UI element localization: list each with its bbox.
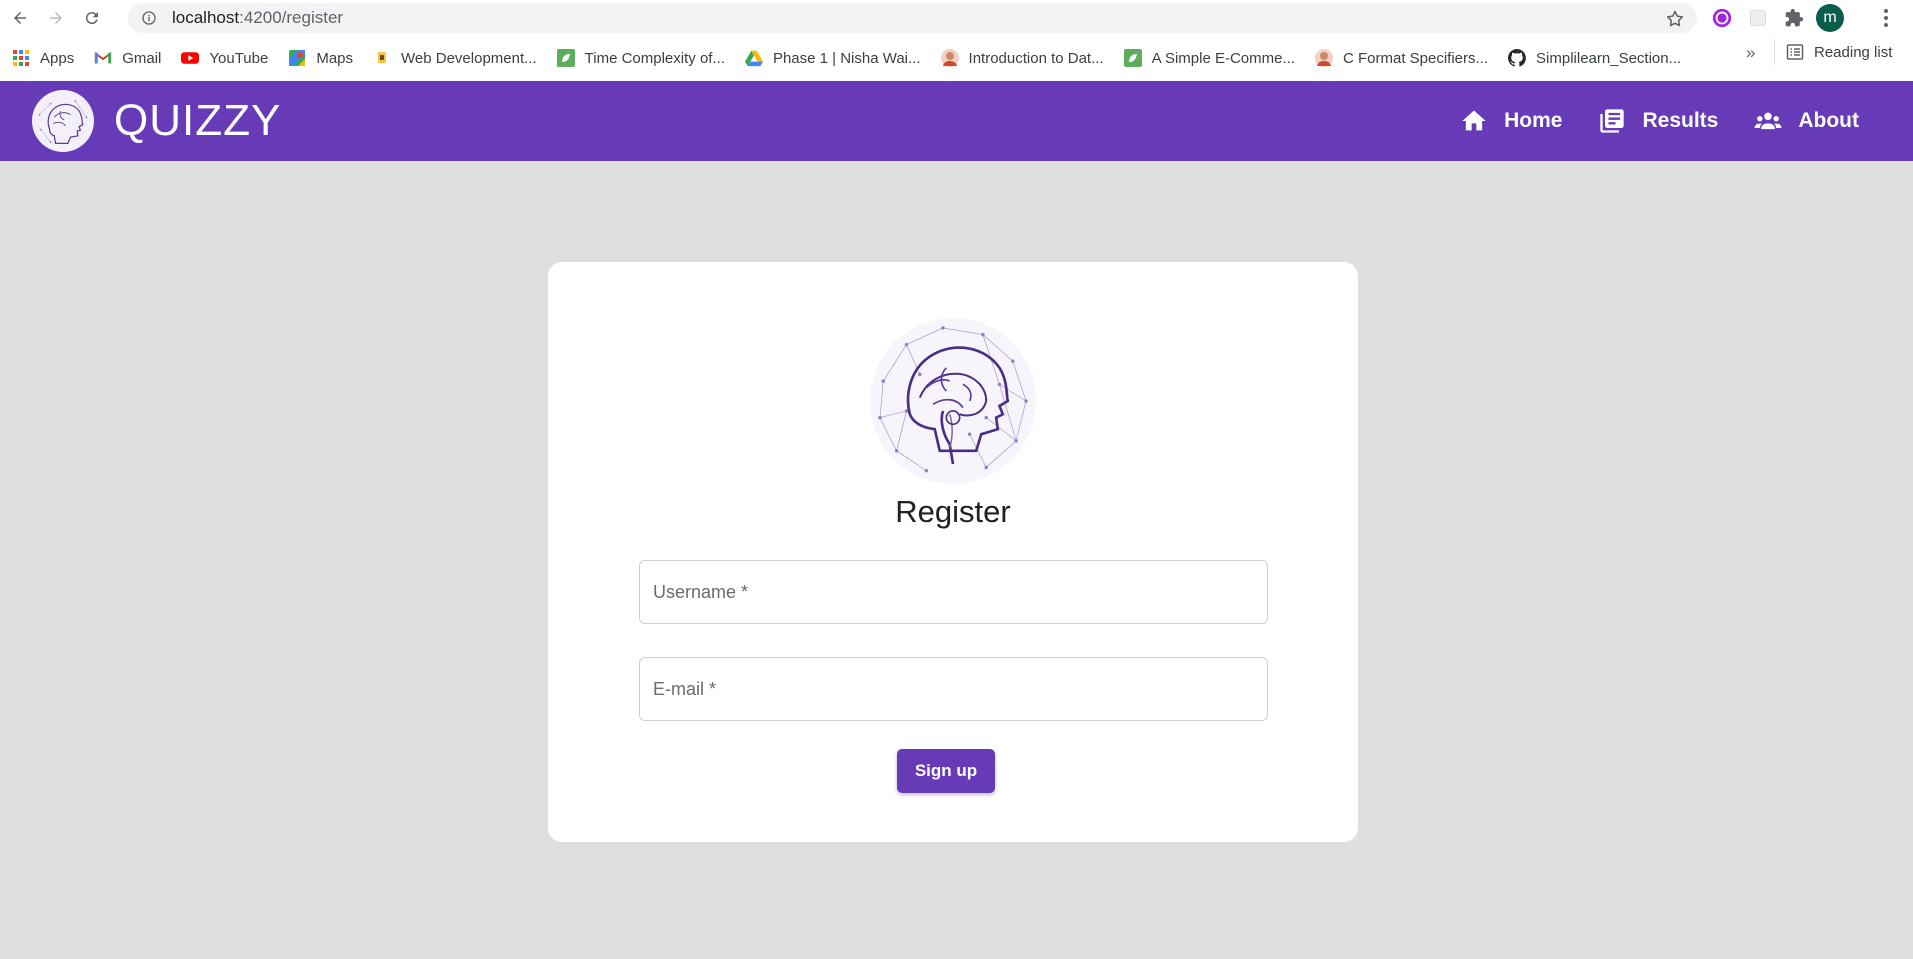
nav-home[interactable]: Home [1442,81,1580,161]
app-nav: Home Results About [1442,81,1877,161]
app-logo[interactable] [32,90,94,152]
reading-list-label: Reading list [1814,43,1893,61]
apps-grid-icon [12,49,30,67]
bookmark-gmail[interactable]: Gmail [94,43,169,73]
bookmark-site-icon [373,49,391,67]
bookmark-phase-1[interactable]: Phase 1 | Nisha Wai... [744,43,929,73]
brain-logo-icon [871,319,1035,483]
extension-button[interactable] [1742,2,1774,33]
url-text: localhost:4200/register [172,8,343,28]
bookmark-label: Introduction to Dat... [968,49,1104,67]
profile-avatar: m [1816,3,1844,32]
puzzle-icon [1785,8,1804,26]
site-info-icon[interactable] [140,9,158,27]
github-icon [1508,49,1526,67]
extension-button[interactable] [1706,2,1738,33]
reload-button[interactable] [74,0,110,35]
profile-button[interactable]: m [1814,2,1846,33]
bookmark-label: Simplilearn_Section... [1536,49,1682,67]
person-avatar-icon [940,49,959,67]
more-bookmarks-button[interactable]: » [1746,43,1755,63]
nav-results-label: Results [1642,109,1719,132]
app-title: QUIZZY [114,96,282,145]
extension-blank-icon [1750,9,1766,26]
bookmark-label: Gmail [122,49,162,67]
bookmark-label: Phase 1 | Nisha Wai... [772,49,921,67]
register-card: Register Sign up [548,262,1358,842]
person-avatar-icon [1314,49,1333,67]
email-field [639,657,1268,721]
extensions-menu-button[interactable] [1778,2,1810,33]
reading-list-button[interactable]: Reading list [1774,39,1893,65]
bookmark-star-icon[interactable] [1665,9,1685,34]
maps-icon [288,49,306,67]
app-toolbar: QUIZZY Home Results About [0,81,1913,161]
bookmark-label: Apps [40,49,75,67]
brain-logo-icon [33,91,93,151]
people-icon [1754,107,1782,135]
bookmark-label: Maps [316,49,354,67]
browser-menu-icon[interactable] [1876,4,1896,31]
username-field [639,560,1268,624]
bookmarks-bar: Apps Gmail YouTube Maps Web Development.… [0,35,1913,81]
leaf-icon [1123,49,1142,67]
bookmark-apps[interactable]: Apps [12,43,82,73]
bookmarks-separator [1774,39,1775,65]
email-input[interactable] [640,658,1267,720]
url-path: :4200/register [239,8,344,27]
forward-button[interactable] [38,0,74,35]
nav-about[interactable]: About [1736,81,1877,161]
url-host: localhost [172,8,240,27]
leaf-icon [556,49,575,67]
bookmark-simple-ecommerce[interactable]: A Simple E-Comme... [1123,43,1303,73]
bookmark-web-development[interactable]: Web Development... [373,43,545,73]
google-drive-icon [744,49,763,67]
bookmark-label: YouTube [209,49,269,67]
bookmark-time-complexity[interactable]: Time Complexity of... [556,43,733,73]
username-input[interactable] [640,561,1267,623]
bookmark-label: Web Development... [401,49,537,67]
register-logo [870,318,1036,484]
nav-results[interactable]: Results [1580,81,1736,161]
bookmark-youtube[interactable]: YouTube [181,43,276,73]
nav-home-label: Home [1504,109,1563,132]
bookmark-maps[interactable]: Maps [288,43,361,73]
bookmark-label: C Format Specifiers... [1342,49,1489,67]
back-arrow-icon [14,11,26,24]
extensions-area: m [1706,2,1846,33]
youtube-icon [181,49,200,67]
bookmark-c-format[interactable]: C Format Specifiers... [1314,43,1496,73]
gmail-icon [94,49,112,67]
back-button[interactable] [2,0,38,35]
extension-purple-icon [1712,8,1732,27]
bookmark-simplilearn[interactable]: Simplilearn_Section... [1508,43,1689,73]
register-title: Register [895,494,1011,529]
forward-arrow-icon [50,11,62,24]
results-icon [1598,107,1626,135]
bookmark-label: A Simple E-Comme... [1151,49,1295,67]
bookmark-introduction[interactable]: Introduction to Dat... [940,43,1112,73]
reading-list-icon [1786,44,1804,60]
address-bar[interactable]: localhost:4200/register [128,3,1697,33]
sign-up-button[interactable]: Sign up [897,749,995,793]
browser-toolbar: localhost:4200/register m [0,0,1913,35]
reload-icon [85,11,98,24]
nav-about-label: About [1798,109,1859,132]
home-icon [1460,107,1488,135]
bookmark-label: Time Complexity of... [584,49,725,67]
